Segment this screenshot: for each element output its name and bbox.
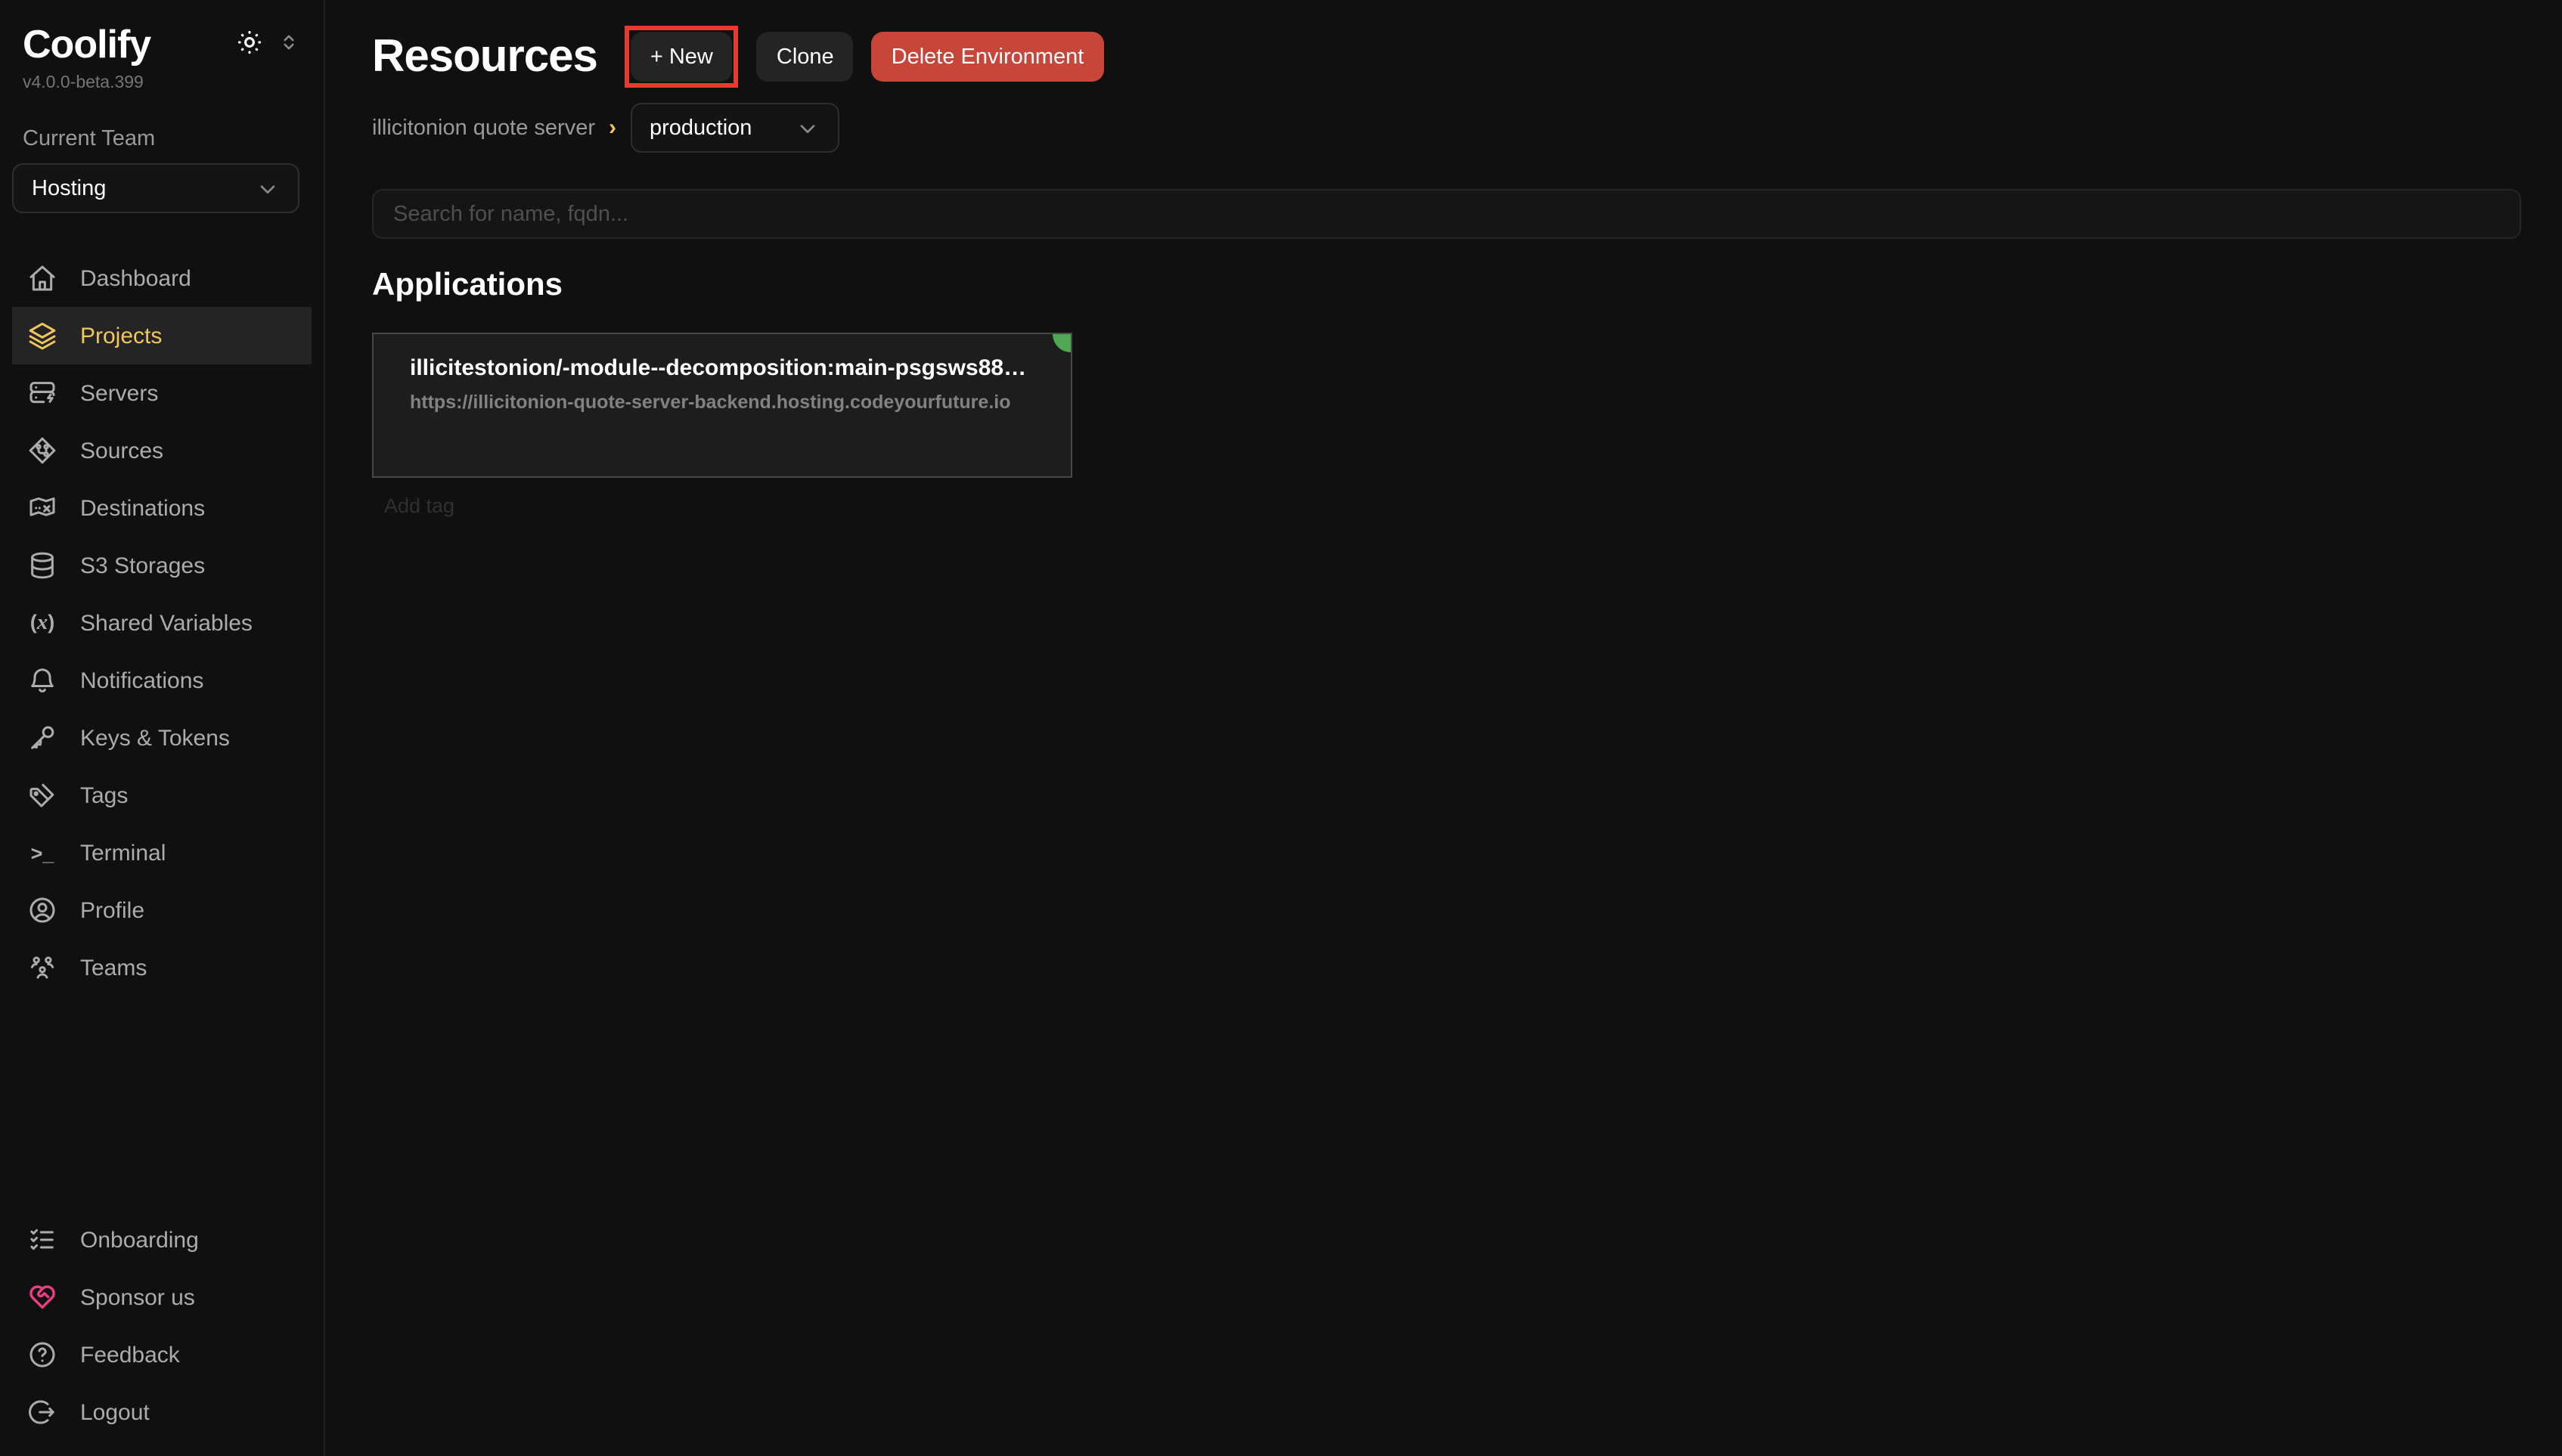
sidebar-item-destinations[interactable]: Destinations [12, 479, 312, 537]
sidebar-item-servers[interactable]: Servers [12, 364, 312, 422]
page-title: Resources [372, 31, 597, 82]
key-icon [27, 723, 57, 753]
sidebar-item-projects[interactable]: Projects [12, 307, 312, 364]
sidebar-item-profile[interactable]: Profile [12, 881, 312, 939]
sidebar-spacer [12, 996, 312, 1211]
sidebar-item-label: Keys & Tokens [80, 725, 230, 751]
sidebar-item-label: Shared Variables [80, 610, 253, 636]
map-icon [27, 493, 57, 523]
home-icon [27, 263, 57, 293]
logo-row: Coolify [12, 21, 312, 68]
logout-icon [27, 1397, 57, 1427]
search-input[interactable] [372, 189, 2521, 239]
sidebar-item-label: Dashboard [80, 265, 191, 291]
checklist-icon [27, 1225, 57, 1255]
current-team-label: Current Team [12, 127, 312, 151]
sidebar-item-keys-tokens[interactable]: Keys & Tokens [12, 709, 312, 767]
sidebar-item-label: Teams [80, 955, 147, 980]
chevron-down-icon [256, 176, 280, 200]
users-icon [27, 953, 57, 983]
server-icon [27, 378, 57, 408]
team-select-value: Hosting [32, 176, 106, 200]
sidebar-item-logout[interactable]: Logout [12, 1383, 312, 1441]
main-content: Resources + New Clone Delete Environment… [325, 0, 2562, 1456]
sidebar-item-label: Onboarding [80, 1227, 199, 1253]
status-indicator [1053, 334, 1071, 352]
sidebar-item-shared-variables[interactable]: (x) Shared Variables [12, 594, 312, 652]
add-tag-input[interactable]: Add tag [384, 494, 2523, 517]
clone-button[interactable]: Clone [757, 32, 854, 82]
delete-environment-button[interactable]: Delete Environment [872, 32, 1104, 82]
app-version: v4.0.0-beta.399 [12, 74, 312, 92]
database-icon [27, 550, 57, 581]
sidebar-item-label: Notifications [80, 668, 203, 693]
breadcrumb: illicitonion quote server › production [372, 103, 2523, 153]
tags-icon [27, 780, 57, 810]
sidebar-item-sources[interactable]: Sources [12, 422, 312, 479]
sidebar-nav: Dashboard Projects Servers Sources Desti… [12, 249, 312, 996]
sidebar-item-label: Profile [80, 897, 144, 923]
breadcrumb-project-link[interactable]: illicitonion quote server [372, 116, 595, 140]
sidebar-item-dashboard[interactable]: Dashboard [12, 249, 312, 307]
sidebar-item-label: Logout [80, 1399, 150, 1425]
annotation-highlight: + New [625, 26, 739, 88]
team-select[interactable]: Hosting [12, 163, 299, 213]
sidebar-item-label: Servers [80, 380, 158, 406]
sidebar-item-label: Projects [80, 323, 162, 349]
environment-select-value: production [650, 116, 752, 140]
heart-handshake-icon [27, 1282, 57, 1312]
sidebar-item-feedback[interactable]: Feedback [12, 1326, 312, 1383]
application-name: illicitestonion/-module--decomposition:m… [410, 355, 1034, 381]
sidebar-item-label: Destinations [80, 495, 205, 521]
top-icons [236, 29, 312, 56]
sidebar-item-notifications[interactable]: Notifications [12, 652, 312, 709]
sidebar: Coolify v4.0.0-beta.399 Current Team Hos… [0, 0, 325, 1456]
terminal-icon: >_ [27, 838, 57, 868]
application-card[interactable]: illicitestonion/-module--decomposition:m… [372, 333, 1072, 478]
theme-toggle-button[interactable] [236, 29, 263, 56]
theme-switcher-button[interactable] [278, 32, 299, 53]
user-circle-icon [27, 895, 57, 925]
sidebar-item-label: Sources [80, 438, 163, 463]
sidebar-item-teams[interactable]: Teams [12, 939, 312, 996]
help-circle-icon [27, 1340, 57, 1370]
sidebar-footer-nav: Onboarding Sponsor us Feedback Logout [12, 1211, 312, 1441]
chevron-up-down-icon [278, 32, 299, 53]
sidebar-item-tags[interactable]: Tags [12, 767, 312, 824]
breadcrumb-chevron-icon: › [609, 115, 616, 141]
application-url: https://illicitonion-quote-server-backen… [410, 392, 1034, 413]
sidebar-item-onboarding[interactable]: Onboarding [12, 1211, 312, 1269]
coolify-app: Coolify v4.0.0-beta.399 Current Team Hos… [0, 0, 2562, 1456]
sidebar-item-label: Tags [80, 782, 128, 808]
environment-select[interactable]: production [630, 103, 839, 153]
page-header: Resources + New Clone Delete Environment [372, 26, 2523, 88]
sidebar-item-terminal[interactable]: >_ Terminal [12, 824, 312, 881]
git-source-icon [27, 435, 57, 466]
sidebar-item-label: Feedback [80, 1342, 180, 1368]
variables-icon: (x) [27, 608, 57, 638]
app-logo: Coolify [23, 21, 150, 68]
sun-icon [236, 29, 263, 56]
new-button[interactable]: + New [631, 32, 733, 82]
sidebar-item-s3-storages[interactable]: S3 Storages [12, 537, 312, 594]
sidebar-item-label: S3 Storages [80, 553, 205, 578]
sidebar-item-label: Sponsor us [80, 1284, 195, 1310]
sidebar-item-label: Terminal [80, 840, 166, 866]
applications-section-title: Applications [372, 268, 2523, 304]
chevron-down-icon [795, 116, 819, 140]
sidebar-item-sponsor-us[interactable]: Sponsor us [12, 1269, 312, 1326]
bell-icon [27, 665, 57, 695]
layers-icon [27, 321, 57, 351]
